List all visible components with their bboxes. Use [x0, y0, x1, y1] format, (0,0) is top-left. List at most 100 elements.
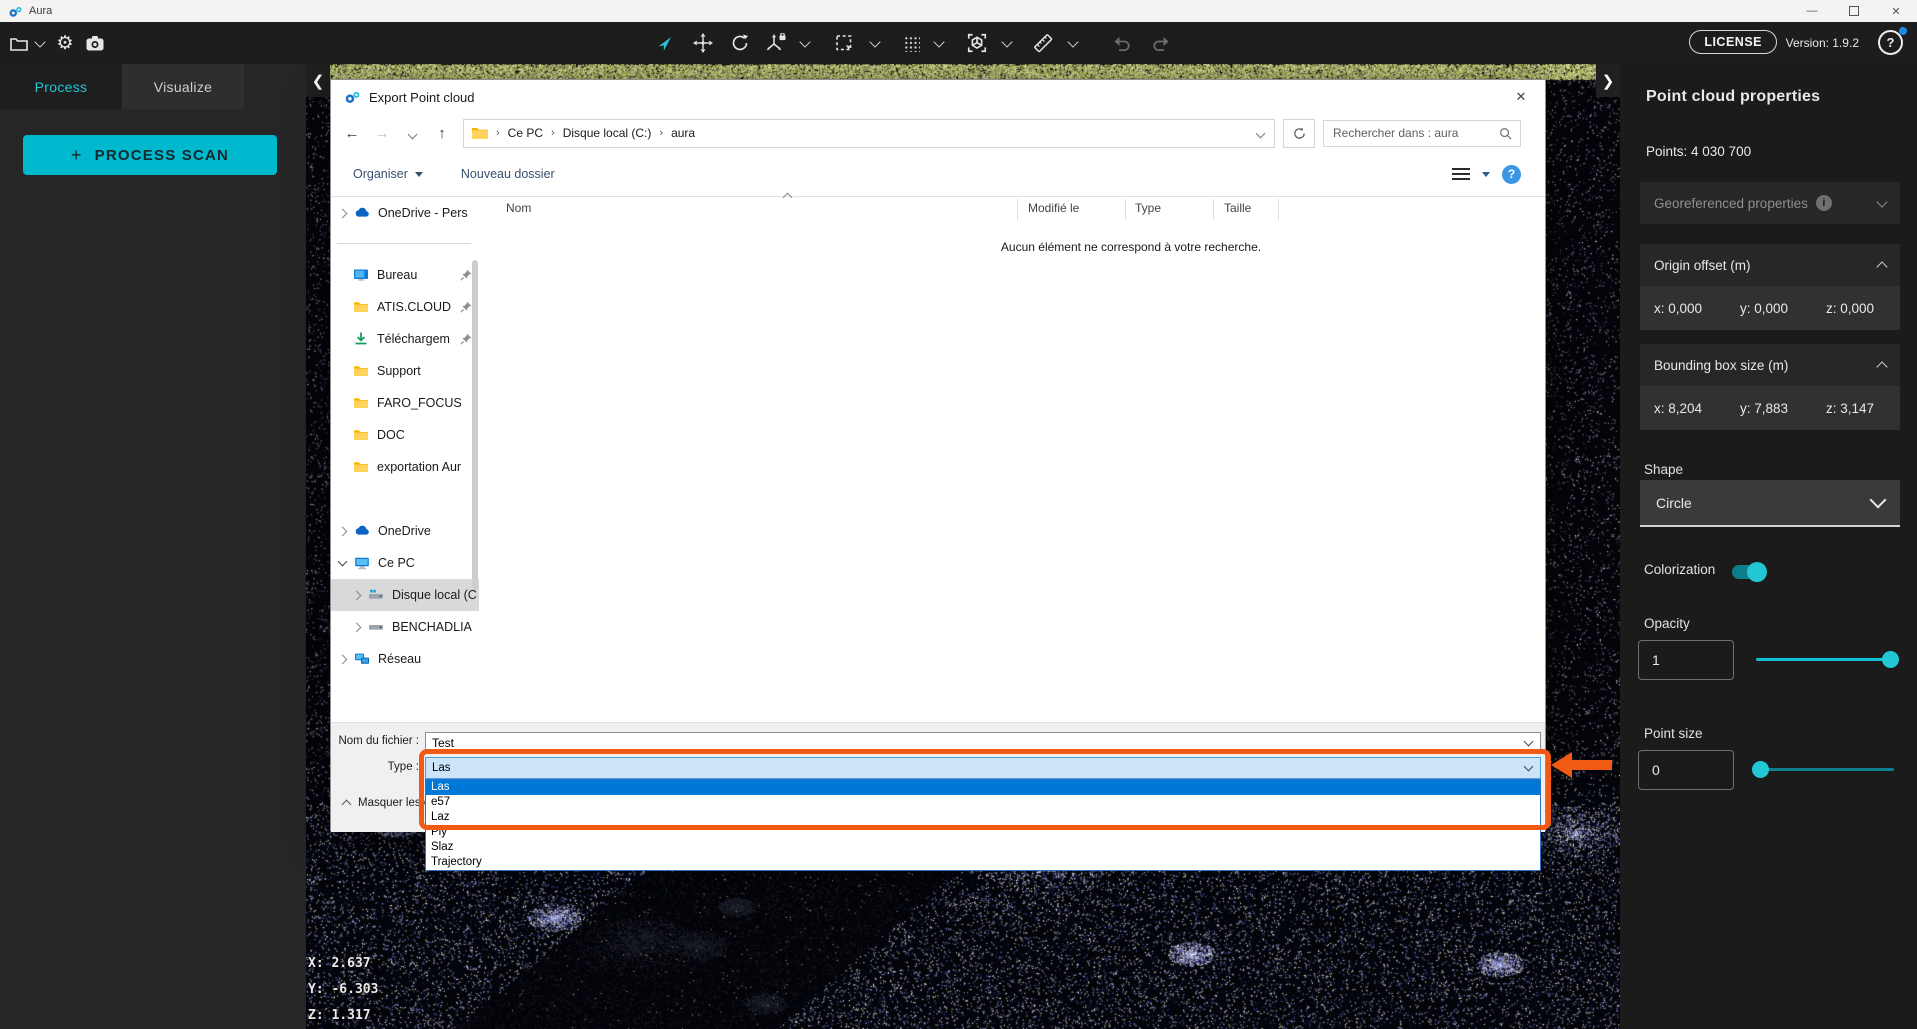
tree-item-label: Téléchargem	[377, 332, 450, 346]
tree-expander-icon[interactable]	[352, 622, 362, 632]
search-input[interactable]: Rechercher dans : aura	[1323, 120, 1521, 147]
maximize-button[interactable]	[1833, 0, 1875, 22]
refresh-button[interactable]	[1283, 119, 1315, 148]
column-type[interactable]: Type	[1135, 201, 1161, 215]
tree-expander-icon[interactable]	[338, 208, 348, 218]
redo-icon[interactable]	[1146, 22, 1174, 64]
measure-ruler-chevron-icon[interactable]	[1066, 22, 1080, 64]
dialog-titlebar: Export Point cloud ✕	[331, 80, 1545, 114]
tree-item-doc[interactable]: DOC	[331, 419, 479, 451]
folder-icon	[472, 127, 488, 140]
column-nom[interactable]: Nom	[506, 201, 531, 215]
drivewin-icon	[368, 587, 384, 603]
bounding-box-section-header[interactable]: Bounding box size (m)	[1640, 344, 1900, 386]
tree-item-ce-pc[interactable]: Ce PC	[331, 547, 479, 579]
rect-select-icon[interactable]	[830, 22, 858, 64]
tab-visualize[interactable]: Visualize	[122, 64, 244, 109]
pan-move-icon[interactable]	[690, 22, 716, 64]
chevron-down-icon	[1524, 737, 1534, 747]
opacity-slider[interactable]	[1756, 658, 1898, 661]
tree-expander-icon[interactable]	[352, 590, 362, 600]
tree-item-label: ATIS.CLOUD	[377, 300, 451, 314]
screenshot-camera-icon[interactable]	[82, 22, 108, 64]
rotate-orbit-icon[interactable]	[727, 22, 753, 64]
tree-item-exportation-aur[interactable]: exportation Aur	[331, 451, 479, 483]
settings-gear-icon[interactable]: ⚙	[52, 22, 78, 64]
breadcrumb-item-aura[interactable]: aura	[671, 126, 695, 140]
tree-item-onedrive[interactable]: OneDrive	[331, 515, 479, 547]
breadcrumb[interactable]: › Ce PC › Disque local (C:) › aura	[463, 119, 1275, 148]
view-list-icon[interactable]	[1452, 167, 1470, 181]
opacity-slider-thumb[interactable]	[1882, 651, 1899, 668]
tree-scrollbar[interactable]	[472, 260, 478, 590]
point-size-input[interactable]: 0	[1638, 750, 1734, 790]
breadcrumb-item-disque-local[interactable]: Disque local (C:)	[563, 126, 652, 140]
tree-item-atis-cloud[interactable]: ATIS.CLOUD	[331, 291, 479, 323]
breadcrumb-item-ce-pc[interactable]: Ce PC	[508, 126, 543, 140]
axis-lock-chevron-icon[interactable]	[798, 22, 812, 64]
new-folder-button[interactable]: Nouveau dossier	[461, 167, 555, 181]
opacity-input[interactable]: 1	[1638, 640, 1734, 680]
filetype-option-trajectory[interactable]: Trajectory	[426, 855, 1540, 870]
tree-item-r-seau[interactable]: Réseau	[331, 643, 479, 675]
tree-item-label: Disque local (C	[392, 588, 477, 602]
shape-select[interactable]: Circle	[1640, 480, 1900, 527]
axis-lock-icon[interactable]	[762, 22, 790, 64]
tree-item-t-l-chargem[interactable]: Téléchargem	[331, 323, 479, 355]
tree-item-faro-focus[interactable]: FARO_FOCUS	[331, 387, 479, 419]
open-project-chevron-icon[interactable]	[33, 22, 47, 64]
measure-ruler-icon[interactable]	[1028, 22, 1058, 64]
collapse-left-panel-button[interactable]: ❮	[306, 64, 330, 97]
breadcrumb-dropdown-chevron-icon[interactable]	[1257, 126, 1264, 140]
column-modifie-le[interactable]: Modifié le	[1028, 201, 1079, 215]
tree-item-bureau[interactable]: Bureau	[331, 259, 479, 291]
nav-up-icon[interactable]: ↑	[427, 125, 457, 142]
bounding-cube-chevron-icon[interactable]	[1000, 22, 1014, 64]
colorization-label: Colorization	[1644, 562, 1715, 577]
folder-tree: OneDrive - Pers Bureau ATIS.CLOUD Télécharg…	[331, 197, 479, 722]
tree-item-support[interactable]: Support	[331, 355, 479, 387]
undo-icon[interactable]	[1108, 22, 1136, 64]
view-chevron-icon[interactable]	[1482, 172, 1490, 177]
window-title: Aura	[29, 5, 52, 17]
tree-expander-icon[interactable]	[338, 654, 348, 664]
open-project-icon[interactable]	[6, 22, 32, 64]
tree-item-label: exportation Aur	[377, 460, 461, 474]
origin-offset-section-header[interactable]: Origin offset (m)	[1640, 244, 1900, 286]
process-scan-button[interactable]: + PROCESS SCAN	[23, 135, 277, 175]
density-grid-icon[interactable]	[898, 22, 924, 64]
point-size-slider[interactable]	[1756, 768, 1894, 771]
license-button[interactable]: LICENSE	[1689, 30, 1777, 54]
tree-expander-icon[interactable]	[338, 526, 348, 536]
filetype-label: Type :	[309, 761, 419, 773]
tree-expander-icon[interactable]	[338, 557, 348, 567]
density-grid-chevron-icon[interactable]	[932, 22, 946, 64]
close-button[interactable]: ✕	[1875, 0, 1917, 22]
colorization-toggle[interactable]	[1732, 565, 1764, 579]
minimize-button[interactable]: —	[1791, 0, 1833, 22]
rect-select-chevron-icon[interactable]	[868, 22, 882, 64]
select-cursor-icon[interactable]	[652, 22, 678, 64]
filetype-option-slaz[interactable]: Slaz	[426, 840, 1540, 855]
georeferenced-section-header[interactable]: Georeferenced properties i	[1640, 182, 1900, 224]
tree-item-label: Réseau	[378, 652, 421, 666]
dialog-help-icon[interactable]: ?	[1502, 165, 1521, 184]
column-taille[interactable]: Taille	[1224, 201, 1251, 215]
info-icon: i	[1816, 195, 1832, 211]
nav-forward-icon[interactable]: →	[367, 125, 397, 142]
tree-item-disque-local-c[interactable]: Disque local (C	[331, 579, 479, 611]
opacity-label: Opacity	[1644, 616, 1690, 631]
network-icon	[354, 651, 370, 667]
nav-back-icon[interactable]: ←	[337, 125, 367, 142]
point-size-slider-thumb[interactable]	[1752, 761, 1769, 778]
nav-history-chevron-icon[interactable]	[397, 125, 427, 142]
tree-expander-spacer	[338, 303, 346, 311]
collapse-right-panel-button[interactable]: ❯	[1596, 64, 1620, 97]
organize-menu[interactable]: Organiser	[353, 167, 423, 181]
dialog-close-button[interactable]: ✕	[1507, 86, 1535, 108]
bbox-y: y: 7,883	[1740, 401, 1812, 416]
tab-process[interactable]: Process	[0, 64, 122, 109]
tree-item-onedrive-pers[interactable]: OneDrive - Pers	[331, 197, 479, 229]
tree-item-benchadlia[interactable]: BENCHADLIA	[331, 611, 479, 643]
bounding-cube-icon[interactable]	[962, 22, 992, 64]
